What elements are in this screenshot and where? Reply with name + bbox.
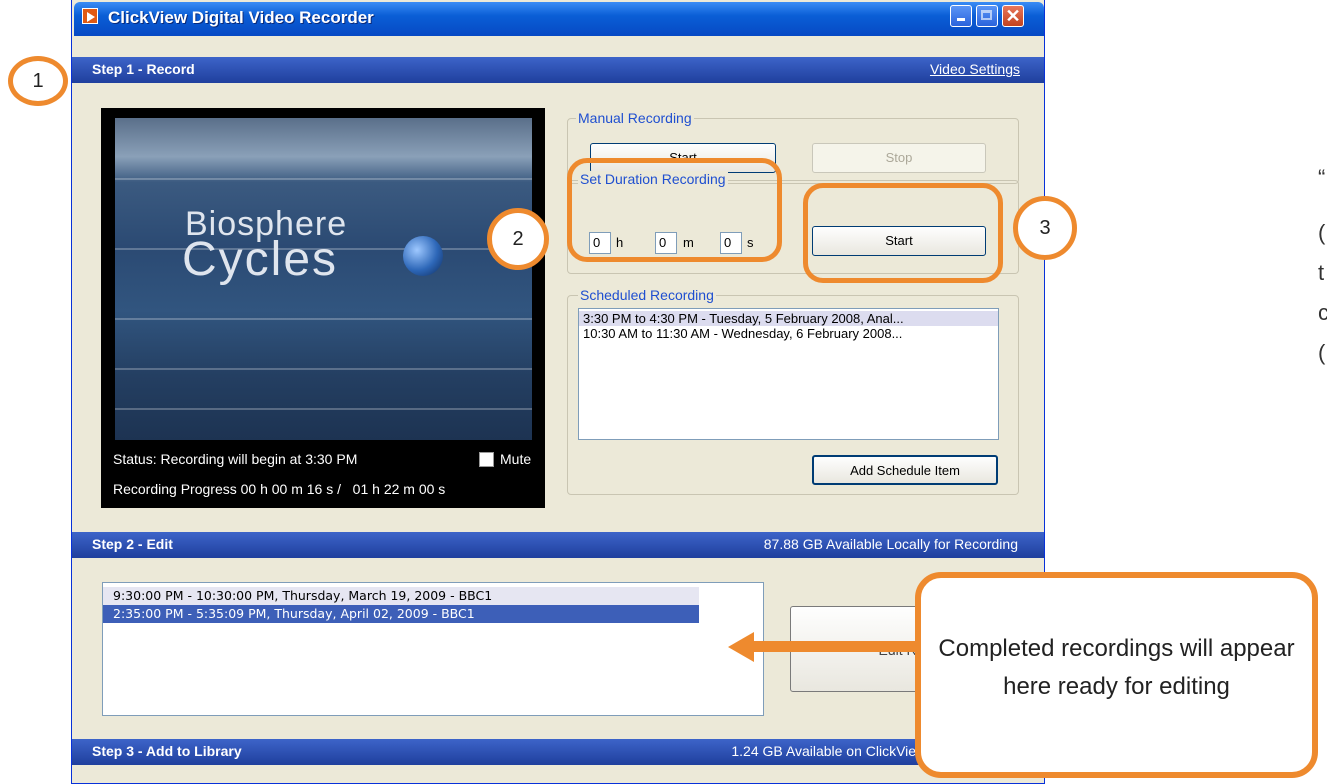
offscreen-fragment: ( <box>1318 340 1326 365</box>
local-space-available: 87.88 GB Available Locally for Recording <box>763 536 1018 552</box>
video-settings-link[interactable]: Video Settings <box>930 61 1020 77</box>
recording-item[interactable]: 9:30:00 PM - 10:30:00 PM, Thursday, Marc… <box>103 587 699 605</box>
maximize-icon <box>981 10 992 20</box>
video-title-line2: Cycles <box>182 233 339 286</box>
step-number-1: 1 <box>8 56 68 106</box>
scheduled-item[interactable]: 10:30 AM to 11:30 AM - Wednesday, 6 Febr… <box>579 326 998 341</box>
scheduled-list[interactable]: 3:30 PM to 4:30 PM - Tuesday, 5 February… <box>578 308 999 440</box>
offscreen-fragment: “ <box>1318 165 1326 190</box>
minimize-icon <box>957 18 965 21</box>
recordings-list[interactable]: 9:30:00 PM - 10:30:00 PM, Thursday, Marc… <box>102 582 764 716</box>
step1-label: Step 1 - Record <box>92 61 195 77</box>
add-schedule-item-button[interactable]: Add Schedule Item <box>812 455 998 485</box>
step-number-2: 2 <box>487 208 549 270</box>
recording-item-selected[interactable]: 2:35:00 PM - 5:35:09 PM, Thursday, April… <box>103 605 699 623</box>
callout-text: Completed recordings will appear here re… <box>938 635 1295 700</box>
offscreen-fragment: c <box>1318 300 1327 325</box>
offscreen-fragment: t <box>1318 260 1325 285</box>
scheduled-recording-label: Scheduled Recording <box>578 287 716 303</box>
window-title: ClickView Digital Video Recorder <box>108 8 374 27</box>
mute-label: Mute <box>500 451 532 467</box>
step3-header: Step 3 - Add to Library 1.24 GB Availabl… <box>72 739 1044 765</box>
step2-header: Step 2 - Edit 87.88 GB Available Locally… <box>72 532 1044 558</box>
close-icon: ✕ <box>1005 6 1021 26</box>
offscreen-fragment: ( <box>1318 220 1326 245</box>
recording-progress: Recording Progress 00 h 00 m 16 s / 01 h… <box>113 481 446 497</box>
maximize-button <box>976 5 998 27</box>
start-highlight <box>803 183 1003 283</box>
mute-checkbox[interactable] <box>479 452 494 467</box>
globe-icon <box>403 236 443 276</box>
duration-highlight <box>567 158 782 262</box>
manual-stop-button[interactable]: Stop <box>812 143 986 173</box>
manual-recording-label: Manual Recording <box>576 110 694 126</box>
app-icon <box>82 8 98 24</box>
step-number-3: 3 <box>1013 196 1077 260</box>
callout-box: Completed recordings will appear here re… <box>915 572 1318 778</box>
arrow-left-icon <box>728 632 754 662</box>
scheduled-item[interactable]: 3:30 PM to 4:30 PM - Tuesday, 5 February… <box>579 311 998 326</box>
minimize-button[interactable] <box>950 5 972 27</box>
step2-label: Step 2 - Edit <box>92 536 173 552</box>
callout-arrow-shaft <box>750 641 920 652</box>
step3-label: Step 3 - Add to Library <box>92 743 242 759</box>
close-button[interactable]: ✕ <box>1002 5 1024 27</box>
recording-status: Status: Recording will begin at 3:30 PM <box>113 451 358 467</box>
step1-header: Step 1 - Record Video Settings <box>72 57 1044 83</box>
